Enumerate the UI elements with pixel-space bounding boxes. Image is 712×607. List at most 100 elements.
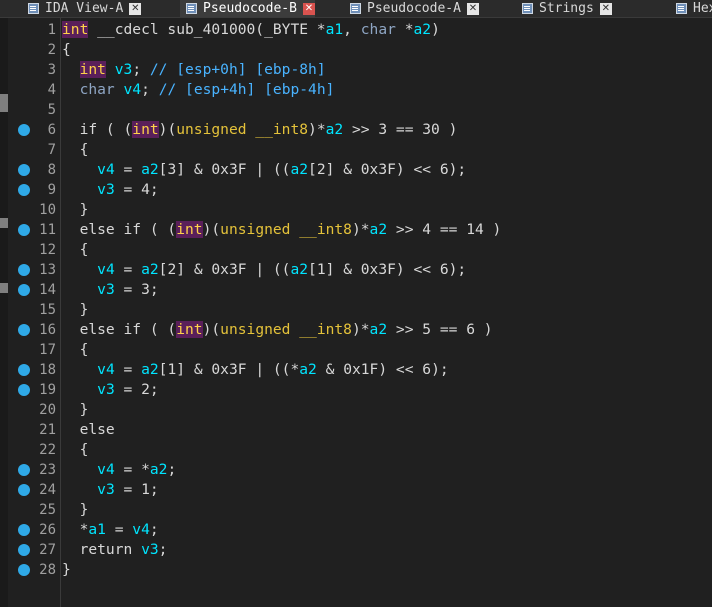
code-text: else if ( (int)(unsigned __int8)*a2 >> 4… [62,221,502,238]
tab-label: Pseudocode-A [367,1,461,16]
code-line[interactable]: 5 [48,100,501,120]
strip-marker [0,218,8,228]
tab-view-icon [28,3,39,14]
line-number: 17 [39,342,56,358]
code-line[interactable]: 4 char v4; // [esp+4h] [ebp-4h] [48,80,501,100]
code-line[interactable]: 25 } [39,500,501,520]
strip-marker [0,283,8,293]
code-text: } [62,501,89,518]
tab-label: Hex [693,1,712,16]
code-line[interactable]: 11 else if ( (int)(unsigned __int8)*a2 >… [18,220,502,240]
code-line[interactable]: 27 return v3; [18,540,501,560]
line-number: 12 [39,242,56,258]
code-text: v3 = 2; [97,381,159,398]
code-text: { [62,241,89,258]
code-line[interactable]: 28} [18,560,501,580]
tab-view-icon [522,3,533,14]
tab-label: Strings [539,1,594,16]
line-number: 26 [39,522,56,538]
code-line[interactable]: 10 } [39,200,501,220]
code-line[interactable]: 23 v4 = *a2; [18,460,501,480]
code-line[interactable]: 12 { [39,240,501,260]
code-text: char v4; // [esp+4h] [ebp-4h] [79,81,335,98]
code-text: } [62,401,89,418]
code-text: *a1 = v4; [62,521,159,538]
line-number: 15 [39,302,56,318]
code-line[interactable]: 20 } [39,400,501,420]
code-line[interactable]: 3 int v3; // [esp+0h] [ebp-8h] [48,60,501,80]
code-line[interactable]: 6 if ( (int)(unsigned __int8)*a2 >> 3 ==… [18,120,501,140]
line-number: 23 [39,462,56,478]
code-line[interactable]: 1 int __cdecl sub_401000(_BYTE *a1, char … [48,20,501,40]
close-icon[interactable]: ✕ [599,2,612,15]
line-number: 25 [39,502,56,518]
line-number: 7 [47,142,56,158]
code-text: v4 = a2[1] & 0x3F | ((*a2 & 0x1F) << 6); [97,361,449,378]
line-number: 18 [39,362,56,378]
code-line[interactable]: 17 { [39,340,501,360]
pseudocode-editor[interactable]: 1 int __cdecl sub_401000(_BYTE *a1, char … [8,18,712,607]
code-text: else [62,421,115,438]
line-number: 20 [39,402,56,418]
code-line[interactable]: 16 else if ( (int)(unsigned __int8)*a2 >… [18,320,501,340]
line-number: 6 [47,122,56,138]
code-line[interactable]: 9 v3 = 4; [18,180,501,200]
line-number: 11 [39,222,56,238]
code-line[interactable]: 26 *a1 = v4; [18,520,501,540]
tab-label: IDA View-A [45,1,124,16]
line-number: 10 [39,202,56,218]
code-line[interactable]: 21 else [39,420,501,440]
line-number: 27 [39,542,56,558]
tab-view-icon [186,3,197,14]
line-number: 8 [47,162,56,178]
tab-pseudocode-b[interactable]: Pseudocode-B ✕ [180,0,315,17]
code-text: int v3; // [esp+0h] [ebp-8h] [79,61,326,78]
close-icon[interactable]: ✕ [129,2,142,15]
code-text: v3 = 3; [97,281,159,298]
code-line[interactable]: 13 v4 = a2[2] & 0x3F | ((a2[1] & 0x3F) <… [18,260,501,280]
code-text: } [62,301,89,318]
code-line[interactable]: 8 v4 = a2[3] & 0x3F | ((a2[2] & 0x3F) <<… [18,160,501,180]
code-text: if ( (int)(unsigned __int8)*a2 >> 3 == 3… [62,121,458,138]
line-number: 5 [47,102,56,118]
code-line[interactable]: 14 v3 = 3; [18,280,501,300]
code-line[interactable]: 22 { [39,440,501,460]
tab-view-icon [350,3,361,14]
code-line[interactable]: 2{ [48,40,501,60]
code-line[interactable]: 15 } [39,300,501,320]
tab-bar: IDA View-A ✕ Pseudocode-B ✕ Pseudocode-A ✕ Str… [0,0,712,18]
left-navigation-strip[interactable] [0,18,8,607]
line-number: 13 [39,262,56,278]
code-line[interactable]: 7 { [48,140,501,160]
code-text: { [62,141,89,158]
code-text: v3 = 1; [97,481,159,498]
line-number: 3 [47,62,56,78]
line-number: 21 [39,422,56,438]
code-text: { [62,341,89,358]
code-area[interactable]: 1 int __cdecl sub_401000(_BYTE *a1, char … [18,20,502,580]
code-line[interactable]: 19 v3 = 2; [18,380,501,400]
code-text: v3 = 4; [97,181,159,198]
code-text: else if ( (int)(unsigned __int8)*a2 >> 5… [62,321,493,338]
line-number: 14 [39,282,56,298]
tab-pseudocode-a[interactable]: Pseudocode-A ✕ [344,0,479,17]
tab-hex[interactable]: Hex [670,0,712,17]
code-text: v4 = *a2; [97,461,177,478]
tab-ida-view-a[interactable]: IDA View-A ✕ [22,0,142,17]
line-number: 28 [39,562,56,578]
code-line[interactable]: 18 v4 = a2[1] & 0x3F | ((*a2 & 0x1F) << … [18,360,501,380]
line-number: 16 [39,322,56,338]
line-number: 24 [39,482,56,498]
code-text: v4 = a2[3] & 0x3F | ((a2[2] & 0x3F) << 6… [97,161,467,178]
code-text: { [62,441,89,458]
code-line[interactable]: 24 v3 = 1; [18,480,501,500]
tab-strings[interactable]: Strings ✕ [516,0,612,17]
code-text: return v3; [62,541,168,558]
close-icon[interactable]: ✕ [466,2,479,15]
line-number: 9 [47,182,56,198]
strip-marker [0,94,8,112]
code-text: v4 = a2[2] & 0x3F | ((a2[1] & 0x3F) << 6… [97,261,467,278]
tab-label: Pseudocode-B [203,1,297,16]
code-text: { [62,41,71,58]
close-icon[interactable]: ✕ [302,2,315,15]
